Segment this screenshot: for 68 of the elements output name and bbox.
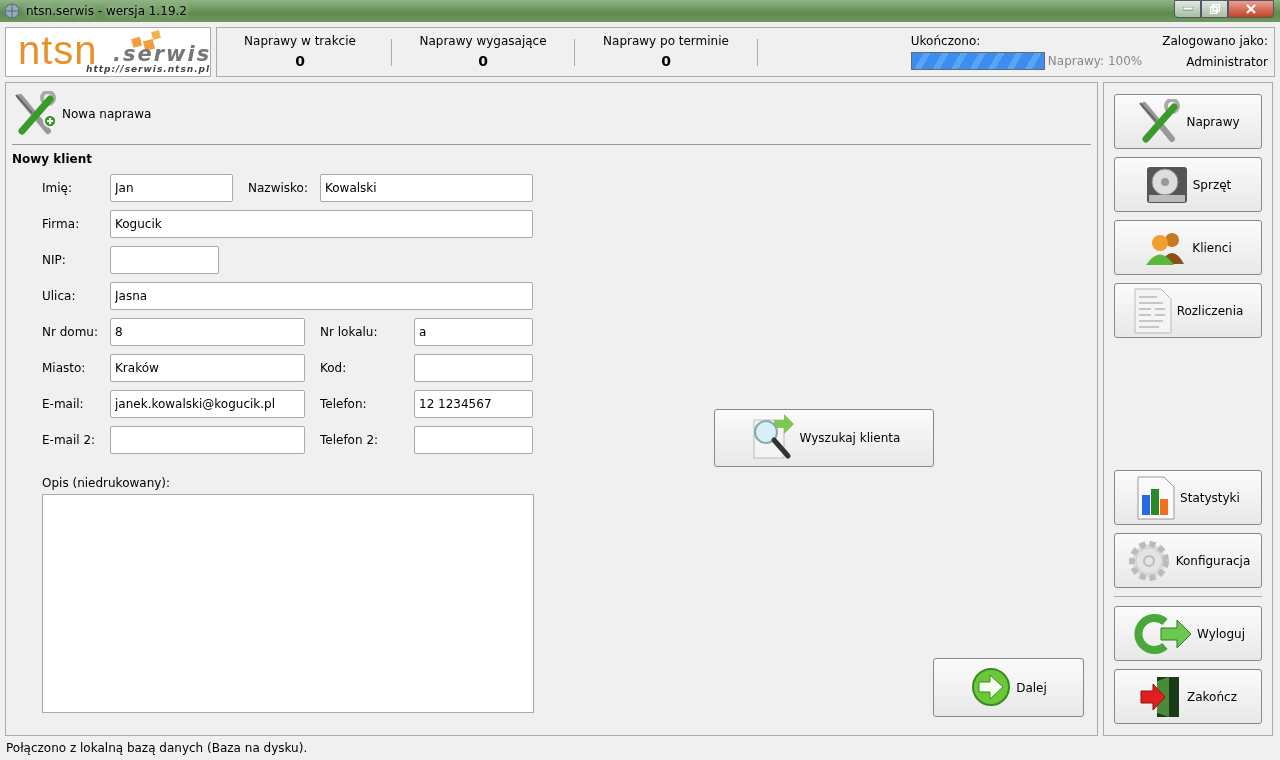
stat-value: 0 bbox=[478, 53, 488, 69]
stat-label: Naprawy wygasające bbox=[419, 34, 547, 48]
nav-button[interactable]: Statystyki bbox=[1114, 470, 1262, 525]
input-field[interactable]: Kogucik bbox=[110, 210, 533, 238]
input-field[interactable]: janek.kowalski@kogucik.pl bbox=[110, 390, 305, 418]
input-field[interactable]: Jan bbox=[110, 174, 233, 202]
input-field[interactable] bbox=[110, 426, 305, 454]
field-label: Nr domu: bbox=[42, 325, 100, 339]
nav-button[interactable]: Wyloguj bbox=[1114, 606, 1262, 661]
notes-label: Opis (niedrukowany): bbox=[42, 476, 172, 490]
close-icon bbox=[1246, 4, 1256, 14]
hard-drive-icon bbox=[1144, 164, 1189, 205]
input-field[interactable]: a bbox=[414, 318, 533, 346]
field-label: NIP: bbox=[42, 253, 67, 267]
input-field[interactable] bbox=[414, 354, 533, 382]
section-title: Nowy klient bbox=[12, 152, 93, 168]
input-field[interactable]: Kraków bbox=[110, 354, 305, 382]
field-label: Firma: bbox=[42, 217, 81, 231]
user-name: Administrator bbox=[1186, 55, 1268, 69]
status-text: Połączono z lokalną bazą danych (Baza na dysku). bbox=[5, 740, 309, 757]
field-label: Nr lokalu: bbox=[320, 325, 379, 339]
nav-button[interactable]: Rozliczenia bbox=[1114, 283, 1262, 338]
stat-label: Naprawy w trakcie bbox=[244, 34, 356, 48]
close-button[interactable] bbox=[1228, 0, 1274, 18]
field-label: E-mail: bbox=[42, 397, 85, 411]
screwdriver-wrench-plus-icon bbox=[12, 90, 58, 137]
minimize-icon bbox=[1182, 7, 1193, 11]
logo-url: http://serwis.ntsn.pl bbox=[86, 64, 211, 75]
input-field[interactable]: Jasna bbox=[110, 282, 533, 310]
field-label: E-mail 2: bbox=[42, 433, 97, 447]
globe-icon bbox=[4, 3, 20, 19]
logo-suffix: .serwis bbox=[113, 42, 212, 66]
nav-button[interactable]: Zakończ bbox=[1114, 669, 1262, 724]
field-label: Telefon: bbox=[320, 397, 368, 411]
stat-value: 0 bbox=[661, 53, 671, 69]
stat-value: 0 bbox=[295, 53, 305, 69]
next-button[interactable]: Dalej bbox=[933, 658, 1084, 717]
bar-chart-icon bbox=[1136, 474, 1177, 521]
screwdriver-wrench-icon bbox=[1136, 98, 1183, 145]
field-label: Kod: bbox=[320, 361, 348, 375]
circular-arrow-icon bbox=[1131, 613, 1193, 654]
field-label: Ulica: bbox=[42, 289, 77, 303]
field-label: Telefon 2: bbox=[320, 433, 380, 447]
field-label: Miasto: bbox=[42, 361, 87, 375]
progress-reading: Naprawy: 100% bbox=[1047, 54, 1143, 68]
notes-field[interactable] bbox=[42, 494, 534, 713]
document-icon bbox=[1132, 286, 1173, 335]
nav-button[interactable]: Naprawy bbox=[1114, 94, 1262, 149]
field-label: Nazwisko: bbox=[248, 181, 309, 195]
progress-label: Ukończono: bbox=[910, 34, 982, 48]
input-field[interactable]: 8 bbox=[110, 318, 305, 346]
right-arrow-circle-icon bbox=[970, 666, 1013, 709]
nav-button[interactable]: Klienci bbox=[1114, 220, 1262, 275]
field-label: Imię: bbox=[42, 181, 73, 195]
window-title: ntsn.serwis - wersja 1.19.2 bbox=[26, 4, 187, 18]
input-field[interactable]: 12 1234567 bbox=[414, 390, 533, 418]
stat-label: Naprawy po terminie bbox=[603, 34, 729, 48]
input-field[interactable]: Kowalski bbox=[320, 174, 533, 202]
search-client-button[interactable]: Wyszukaj klienta bbox=[714, 409, 934, 467]
input-field[interactable] bbox=[110, 246, 219, 274]
restore-button[interactable] bbox=[1201, 0, 1228, 18]
restore-icon bbox=[1209, 4, 1220, 14]
minimize-button[interactable] bbox=[1174, 0, 1201, 18]
nav-button[interactable]: Konfiguracja bbox=[1114, 533, 1262, 588]
input-field[interactable] bbox=[414, 426, 533, 454]
nav-button[interactable]: Sprzęt bbox=[1114, 157, 1262, 212]
toolbar-label: Nowa naprawa bbox=[62, 106, 152, 121]
login-label: Zalogowano jako: bbox=[1162, 34, 1268, 48]
